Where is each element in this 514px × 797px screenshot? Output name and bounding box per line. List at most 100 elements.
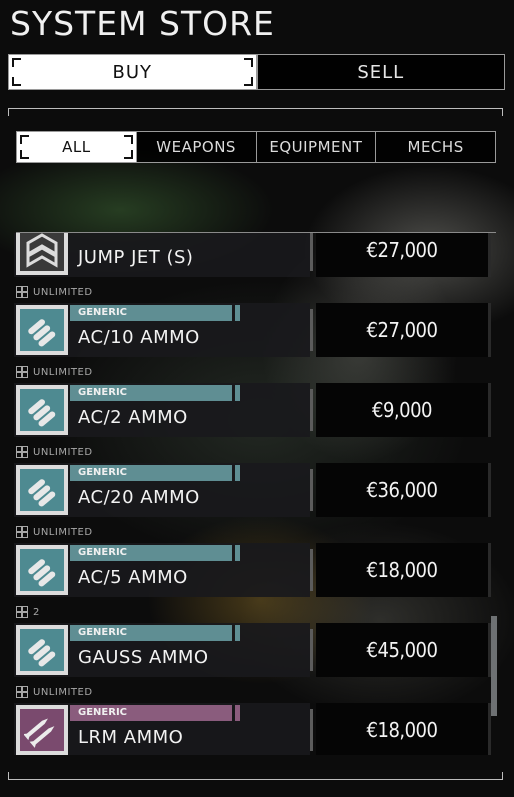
row-separator: [310, 629, 313, 671]
stock-icon: [16, 286, 28, 298]
store-item-lrm-ammo[interactable]: UNLIMITED GENERIC LRM AMMO €18,000: [0, 685, 514, 755]
item-name: LRM AMMO: [78, 727, 184, 748]
row-end-cap: [488, 303, 491, 357]
availability-label: UNLIMITED: [33, 366, 93, 378]
row-separator: [310, 549, 313, 591]
page-title: SYSTEM STORE: [10, 4, 275, 43]
item-price[interactable]: €18,000: [316, 703, 488, 755]
tab-buy-label: BUY: [112, 61, 153, 83]
row-end-cap: [488, 543, 491, 597]
filter-tab-all-label: ALL: [62, 138, 91, 156]
generic-tag: GENERIC: [70, 625, 240, 641]
availability-label: UNLIMITED: [33, 286, 93, 298]
store-item-jump-jet[interactable]: JUMP JET (S) €27,000: [0, 233, 514, 285]
missile-ammo-icon: [20, 709, 64, 751]
row-separator: [310, 389, 313, 431]
list-scrollbar[interactable]: [491, 616, 497, 716]
filter-tab-equipment[interactable]: EQUIPMENT: [255, 132, 376, 162]
ballistic-ammo-icon: [20, 309, 64, 351]
corner-bracket: [243, 77, 253, 86]
ballistic-ammo-icon: [20, 469, 64, 511]
filter-tab-weapons[interactable]: WEAPONS: [135, 132, 256, 162]
corner-bracket: [123, 150, 133, 159]
store-item-ac20-ammo[interactable]: UNLIMITED GENERIC AC/20 AMMO €36,000: [0, 445, 514, 525]
availability-indicator: UNLIMITED: [16, 685, 93, 699]
corner-bracket: [20, 150, 29, 159]
item-name: AC/5 AMMO: [78, 567, 188, 588]
stock-icon: [16, 606, 28, 618]
availability-indicator: UNLIMITED: [16, 285, 93, 299]
tab-buy[interactable]: BUY: [8, 54, 257, 90]
availability-label: UNLIMITED: [33, 526, 93, 538]
item-name: AC/2 AMMO: [78, 407, 188, 428]
item-price[interactable]: €9,000: [316, 383, 488, 437]
mode-tabs: BUY SELL: [8, 54, 505, 90]
store-item-gauss-ammo[interactable]: 2 GENERIC GAUSS AMMO €45,000: [0, 605, 514, 685]
item-name-panel: GENERIC GAUSS AMMO: [14, 623, 310, 677]
ballistic-ammo-icon: [20, 549, 64, 591]
row-separator: [310, 309, 313, 351]
ballistic-ammo-icon: [20, 389, 64, 431]
store-item-ac10-ammo[interactable]: UNLIMITED GENERIC AC/10 AMMO €27,000: [0, 285, 514, 365]
item-price[interactable]: €45,000: [316, 623, 488, 677]
item-name-panel: GENERIC AC/5 AMMO: [14, 543, 310, 597]
item-price[interactable]: €27,000: [316, 233, 488, 277]
availability-label: UNLIMITED: [33, 446, 93, 458]
item-icon-frame: [16, 385, 68, 435]
filter-tabs: ALL WEAPONS EQUIPMENT MECHS: [16, 131, 496, 163]
corner-bracket: [243, 58, 253, 67]
store-item-ac2-ammo[interactable]: UNLIMITED GENERIC AC/2 AMMO €9,000: [0, 365, 514, 445]
panel-frame-bottom: [8, 772, 503, 780]
jump-jet-icon: [20, 233, 64, 271]
store-item-ac5-ammo[interactable]: UNLIMITED GENERIC AC/5 AMMO €18,000: [0, 525, 514, 605]
corner-bracket: [12, 77, 21, 86]
stock-icon: [16, 366, 28, 378]
corner-bracket: [20, 135, 29, 144]
item-name: GAUSS AMMO: [78, 647, 209, 668]
ballistic-ammo-icon: [20, 629, 64, 671]
filter-tab-equipment-label: EQUIPMENT: [269, 138, 363, 156]
item-price[interactable]: €36,000: [316, 463, 488, 517]
row-end-cap: [488, 233, 491, 277]
stock-icon: [16, 526, 28, 538]
item-icon-frame: [16, 305, 68, 355]
item-name: JUMP JET (S): [78, 247, 194, 268]
availability-indicator: UNLIMITED: [16, 445, 93, 459]
availability-indicator: UNLIMITED: [16, 365, 93, 379]
tab-sell-label: SELL: [357, 61, 405, 83]
availability-label: UNLIMITED: [33, 686, 93, 698]
availability-label: 2: [33, 606, 40, 618]
generic-tag: GENERIC: [70, 465, 240, 481]
corner-bracket: [12, 58, 21, 67]
corner-bracket: [123, 135, 133, 144]
row-end-cap: [488, 463, 491, 517]
generic-tag: GENERIC: [70, 545, 240, 561]
item-name-panel: GENERIC LRM AMMO: [14, 703, 310, 755]
availability-indicator: 2: [16, 605, 40, 619]
generic-tag: GENERIC: [70, 705, 240, 721]
tab-sell[interactable]: SELL: [256, 54, 505, 90]
filter-tab-all[interactable]: ALL: [17, 132, 136, 162]
item-name: AC/10 AMMO: [78, 327, 200, 348]
store-item-list[interactable]: JUMP JET (S) €27,000 UNLIMITED GENERIC A…: [0, 233, 514, 755]
row-separator: [310, 709, 313, 751]
item-icon-frame: [16, 625, 68, 675]
filter-tab-mechs-label: MECHS: [407, 138, 464, 156]
row-separator: [310, 469, 313, 511]
row-end-cap: [488, 383, 491, 437]
item-price[interactable]: €18,000: [316, 543, 488, 597]
filter-tab-mechs[interactable]: MECHS: [375, 132, 495, 162]
item-name-panel: GENERIC AC/2 AMMO: [14, 383, 310, 437]
item-name: AC/20 AMMO: [78, 487, 200, 508]
item-name-panel: GENERIC AC/20 AMMO: [14, 463, 310, 517]
item-icon-frame: [16, 705, 68, 755]
generic-tag: GENERIC: [70, 305, 240, 321]
stock-icon: [16, 446, 28, 458]
item-name-panel: GENERIC AC/10 AMMO: [14, 303, 310, 357]
item-icon-frame: [16, 545, 68, 595]
stock-icon: [16, 686, 28, 698]
item-icon-frame: [16, 465, 68, 515]
item-icon-frame: [16, 233, 68, 275]
item-price[interactable]: €27,000: [316, 303, 488, 357]
availability-indicator: UNLIMITED: [16, 525, 93, 539]
